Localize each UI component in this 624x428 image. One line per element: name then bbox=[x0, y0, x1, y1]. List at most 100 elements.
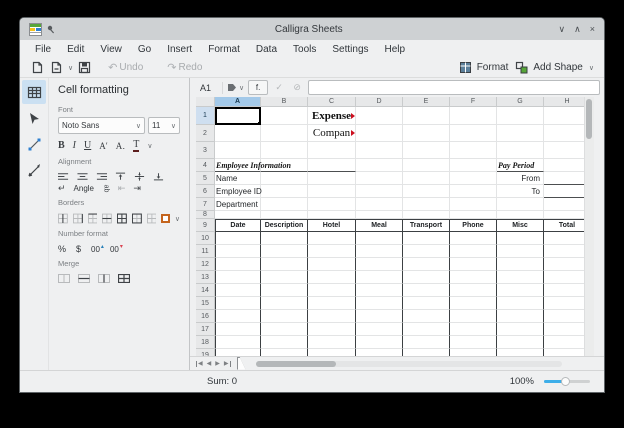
border-all-button[interactable] bbox=[117, 213, 127, 224]
next-sheet-button[interactable]: ▶ bbox=[215, 360, 220, 367]
vertical-text-button[interactable]: ab bbox=[102, 185, 109, 193]
grid-cell-H10[interactable] bbox=[544, 232, 584, 245]
border-right-button[interactable] bbox=[73, 213, 83, 224]
add-shape-dropdown-icon[interactable]: ∨ bbox=[589, 64, 594, 72]
grid-cell-E13[interactable] bbox=[403, 271, 450, 284]
row-header-16[interactable]: 16 bbox=[196, 310, 215, 323]
redo-button[interactable]: Redo bbox=[178, 62, 202, 73]
close-icon[interactable]: × bbox=[590, 25, 595, 34]
menu-item-settings[interactable]: Settings bbox=[325, 42, 375, 57]
function-button[interactable]: f. bbox=[248, 80, 268, 95]
grid-cell-D17[interactable] bbox=[356, 323, 403, 336]
underline-button[interactable]: U bbox=[84, 141, 91, 151]
format-icon[interactable] bbox=[459, 61, 472, 74]
grid-cell-B7[interactable] bbox=[261, 198, 308, 211]
horizontal-scrollbar-thumb[interactable] bbox=[256, 361, 336, 367]
row-header-12[interactable]: 12 bbox=[196, 258, 215, 271]
grid-cell-G19[interactable] bbox=[497, 349, 544, 356]
row-header-4[interactable]: 4 bbox=[196, 159, 215, 172]
cell-reference-box[interactable]: A1 bbox=[200, 83, 218, 93]
select-all-corner[interactable] bbox=[196, 97, 215, 107]
grid-cell-C1[interactable]: Expense bbox=[308, 107, 356, 125]
sheet-tab[interactable]: Sheet1 bbox=[237, 357, 246, 370]
grid-cell-C6[interactable] bbox=[308, 185, 356, 198]
menu-item-tools[interactable]: Tools bbox=[286, 42, 323, 57]
grid-cell-F7[interactable] bbox=[450, 198, 497, 211]
new-document-icon[interactable] bbox=[31, 61, 44, 74]
column-header-G[interactable]: G bbox=[497, 97, 544, 107]
row-header-3[interactable]: 3 bbox=[196, 142, 215, 159]
grid-cell-E18[interactable] bbox=[403, 336, 450, 349]
font-family-select[interactable]: Noto Sans ∨ bbox=[58, 117, 145, 134]
grid-cell-H7[interactable] bbox=[544, 198, 584, 211]
grid-cell-B18[interactable] bbox=[261, 336, 308, 349]
horizontal-scrollbar[interactable] bbox=[256, 361, 562, 367]
grid-cell-G7[interactable] bbox=[497, 198, 544, 211]
grid-cell-G2[interactable] bbox=[497, 125, 544, 142]
grid-cell-C18[interactable] bbox=[308, 336, 356, 349]
row-header-7[interactable]: 7 bbox=[196, 198, 215, 211]
grid-cell-A16[interactable] bbox=[215, 310, 261, 323]
row-header-8[interactable]: 8 bbox=[196, 211, 215, 219]
previous-sheet-button[interactable]: ◀ bbox=[207, 360, 212, 367]
grid-cell-E8[interactable] bbox=[403, 211, 450, 219]
cancel-icon[interactable]: ⊘ bbox=[290, 82, 304, 93]
grid-cell-D10[interactable] bbox=[356, 232, 403, 245]
menu-item-edit[interactable]: Edit bbox=[60, 42, 91, 57]
grid-cell-B2[interactable] bbox=[261, 125, 308, 142]
grid-cell-H2[interactable] bbox=[544, 125, 584, 142]
grid-cell-F3[interactable] bbox=[450, 142, 497, 159]
grid-cell-E15[interactable] bbox=[403, 297, 450, 310]
grid-cell-D4[interactable] bbox=[356, 159, 403, 172]
last-sheet-button[interactable]: ▶ bbox=[224, 360, 231, 367]
grid-cell-A19[interactable] bbox=[215, 349, 261, 356]
grid-cell-F16[interactable] bbox=[450, 310, 497, 323]
row-header-1[interactable]: 1 bbox=[196, 107, 215, 125]
merge-vertical-button[interactable] bbox=[98, 274, 110, 283]
grid-cell-E5[interactable] bbox=[403, 172, 450, 185]
grid-cell-B17[interactable] bbox=[261, 323, 308, 336]
grid-cell-B16[interactable] bbox=[261, 310, 308, 323]
grid-cell-C7[interactable] bbox=[308, 198, 356, 211]
grid-cell-H18[interactable] bbox=[544, 336, 584, 349]
grid-cell-A1[interactable] bbox=[215, 107, 261, 125]
first-sheet-button[interactable]: ◀ bbox=[196, 360, 203, 367]
border-top-button[interactable] bbox=[88, 213, 98, 224]
grid-cell-A7[interactable]: Department bbox=[215, 198, 261, 211]
grid-cell-C13[interactable] bbox=[308, 271, 356, 284]
column-header-D[interactable]: D bbox=[356, 97, 403, 107]
grid-cell-C17[interactable] bbox=[308, 323, 356, 336]
grid-cell-B1[interactable] bbox=[261, 107, 308, 125]
grid-cell-A18[interactable] bbox=[215, 336, 261, 349]
grid-cell-G17[interactable] bbox=[497, 323, 544, 336]
row-header-14[interactable]: 14 bbox=[196, 284, 215, 297]
grid-cell-H15[interactable] bbox=[544, 297, 584, 310]
open-document-icon[interactable] bbox=[50, 61, 63, 74]
grid-cell-H9[interactable]: Total bbox=[544, 219, 584, 232]
minimize-icon[interactable]: ∨ bbox=[559, 25, 566, 34]
align-middle-button[interactable] bbox=[134, 172, 145, 181]
grid-cell-H13[interactable] bbox=[544, 271, 584, 284]
grid-cell-F18[interactable] bbox=[450, 336, 497, 349]
grid-cell-A14[interactable] bbox=[215, 284, 261, 297]
formula-input[interactable] bbox=[308, 80, 600, 95]
grid-cell-G4[interactable]: Pay Period bbox=[497, 159, 544, 172]
menu-item-help[interactable]: Help bbox=[378, 42, 413, 57]
grid-cell-H3[interactable] bbox=[544, 142, 584, 159]
grid-cell-C11[interactable] bbox=[308, 245, 356, 258]
grid-cell-B11[interactable] bbox=[261, 245, 308, 258]
currency-format-button[interactable]: $ bbox=[76, 244, 81, 254]
grid-cell-F11[interactable] bbox=[450, 245, 497, 258]
zoom-slider[interactable] bbox=[544, 380, 590, 383]
maximize-icon[interactable]: ∧ bbox=[574, 25, 581, 34]
add-shape-icon[interactable] bbox=[515, 61, 528, 74]
grid-cell-B13[interactable] bbox=[261, 271, 308, 284]
format-button[interactable]: Format bbox=[477, 62, 509, 73]
grid-cell-D19[interactable] bbox=[356, 349, 403, 356]
vertical-scrollbar-thumb[interactable] bbox=[586, 99, 592, 139]
row-header-11[interactable]: 11 bbox=[196, 245, 215, 258]
grid-cell-D6[interactable] bbox=[356, 185, 403, 198]
grid-cell-D15[interactable] bbox=[356, 297, 403, 310]
grid-cell-D9[interactable]: Meal bbox=[356, 219, 403, 232]
undo-icon[interactable]: ↶ bbox=[108, 61, 117, 74]
